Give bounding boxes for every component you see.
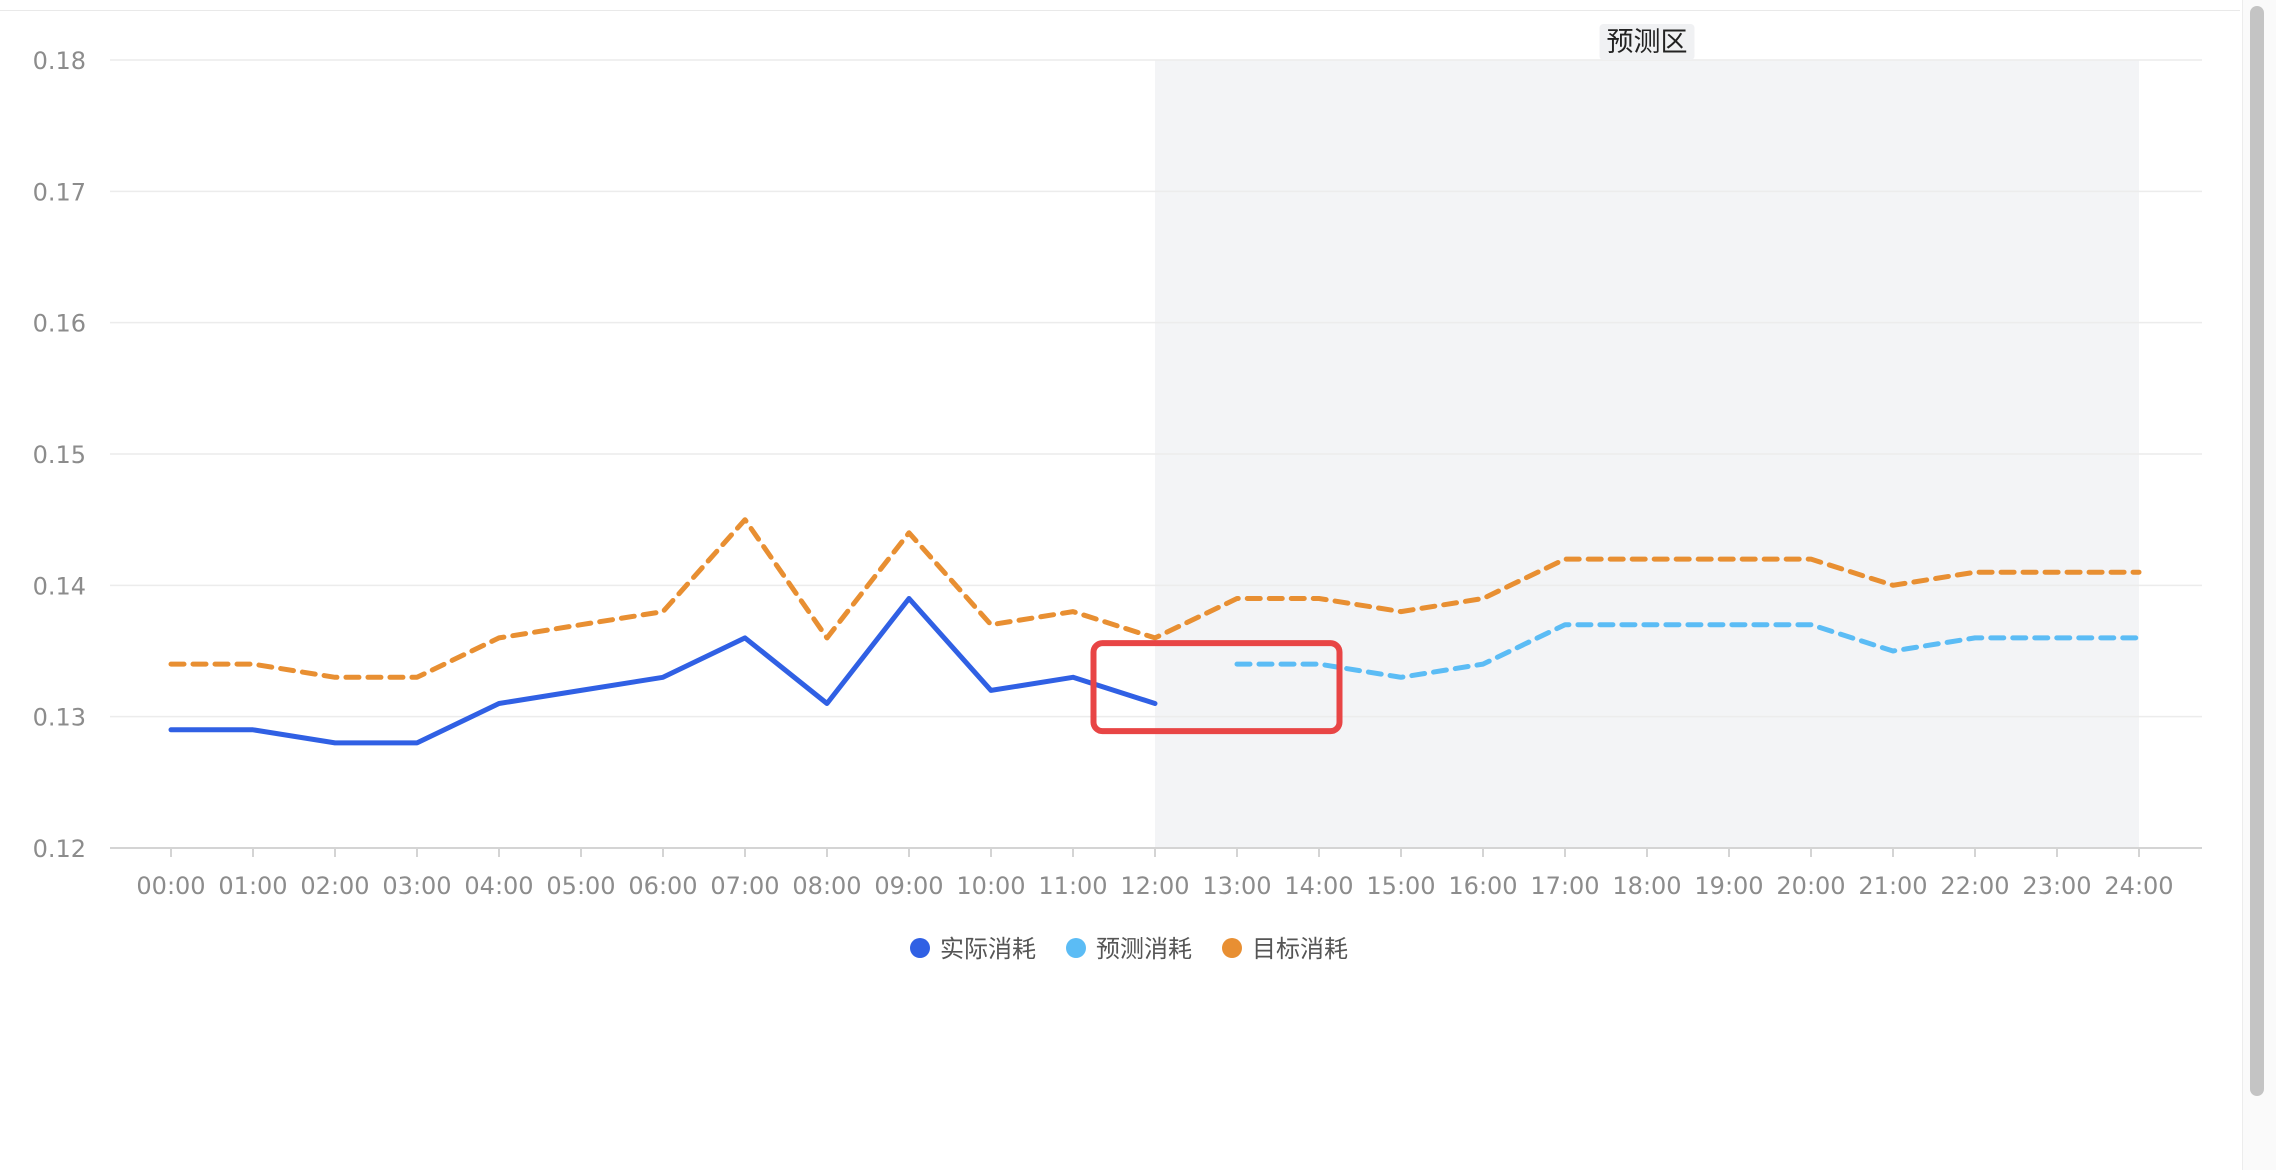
y-tick-label: 0.13	[33, 704, 86, 732]
x-tick-label: 24:00	[2104, 872, 2173, 900]
x-tick-label: 09:00	[874, 872, 943, 900]
legend-marker-target	[1222, 938, 1242, 958]
x-tick-label: 19:00	[1694, 872, 1763, 900]
x-tick-label: 20:00	[1776, 872, 1845, 900]
x-tick-label: 08:00	[792, 872, 861, 900]
x-tick-label: 18:00	[1612, 872, 1681, 900]
x-tick-label: 15:00	[1366, 872, 1435, 900]
legend: 实际消耗 预测消耗 目标消耗	[910, 935, 1348, 963]
y-tick-label: 0.18	[33, 47, 86, 75]
legend-label-actual: 实际消耗	[940, 935, 1036, 963]
x-tick-label: 14:00	[1284, 872, 1353, 900]
region-label: 预测区	[1607, 27, 1688, 58]
vertical-scrollbar-thumb[interactable]	[2250, 6, 2264, 1096]
legend-marker-forecast	[1066, 938, 1086, 958]
x-tick-label: 05:00	[546, 872, 615, 900]
x-tick-label: 22:00	[1940, 872, 2009, 900]
x-tick-label: 02:00	[300, 872, 369, 900]
x-tick-label: 10:00	[956, 872, 1025, 900]
legend-label-target: 目标消耗	[1252, 935, 1348, 963]
prediction-region-label: 预测区	[1599, 24, 1695, 60]
x-tick-label: 23:00	[2022, 872, 2091, 900]
y-tick-label: 0.17	[33, 178, 86, 206]
y-tick-label: 0.14	[33, 572, 86, 600]
legend-marker-actual	[910, 938, 930, 958]
y-tick-label: 0.16	[33, 310, 86, 338]
x-tick-label: 07:00	[710, 872, 779, 900]
x-tick-label: 16:00	[1448, 872, 1517, 900]
legend-label-forecast: 预测消耗	[1096, 935, 1192, 963]
x-tick-label: 03:00	[382, 872, 451, 900]
legend-item-forecast[interactable]: 预测消耗	[1066, 935, 1192, 963]
x-tick-label: 21:00	[1858, 872, 1927, 900]
y-axis: 0.12 0.13 0.14 0.15 0.16 0.17 0.18	[33, 47, 86, 863]
x-tick-label: 01:00	[218, 872, 287, 900]
line-chart: 0.120.130.140.150.160.170.18 00:00 01:00 0…	[33, 24, 2202, 963]
legend-item-target[interactable]: 目标消耗	[1222, 935, 1348, 963]
y-tick-label: 0.12	[33, 835, 86, 863]
x-tick-label: 17:00	[1530, 872, 1599, 900]
x-tick-label: 06:00	[628, 872, 697, 900]
x-tick-label: 13:00	[1202, 872, 1271, 900]
x-tick-label: 00:00	[136, 872, 205, 900]
x-tick-label: 11:00	[1038, 872, 1107, 900]
x-tick-label: 12:00	[1120, 872, 1189, 900]
legend-item-actual[interactable]: 实际消耗	[910, 935, 1036, 963]
y-tick-label: 0.15	[33, 441, 86, 469]
x-tick-label: 04:00	[464, 872, 533, 900]
x-axis: 00:00 01:00 02:00 03:00 04:00 05:00 06:00 07:00…	[136, 848, 2174, 900]
